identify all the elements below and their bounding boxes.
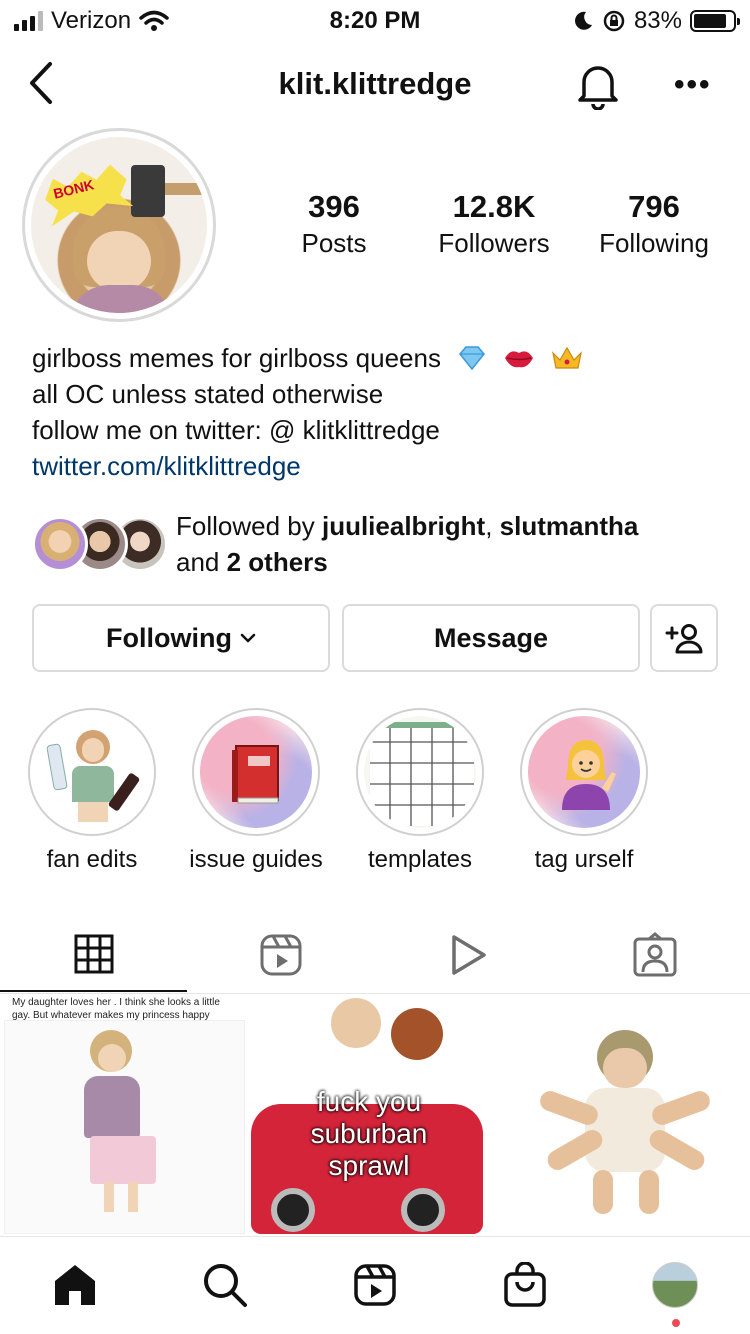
highlight-fan-edits-cover: [36, 716, 148, 828]
bell-icon[interactable]: [574, 60, 622, 110]
gem-icon: [459, 346, 486, 371]
follower-avatar-1: [32, 516, 88, 572]
following-button[interactable]: Following: [32, 604, 330, 672]
followed-by[interactable]: Followed by juulieal​bright, slutmantha …: [32, 508, 732, 580]
highlight-label: templates: [367, 846, 473, 873]
following-button-label: Following: [106, 622, 232, 653]
profile-tabs: [0, 918, 750, 994]
lips-icon: [505, 351, 534, 368]
highlight-templates[interactable]: templates: [356, 708, 484, 874]
bio-line-2: all OC unless stated otherwise: [32, 379, 384, 409]
battery-icon: [690, 10, 740, 32]
search-icon: [204, 1264, 247, 1307]
followers-label: Followers: [438, 228, 550, 258]
home-icon: [55, 1265, 95, 1305]
profile-avatar-ring[interactable]: BONK: [22, 128, 216, 322]
post-1[interactable]: My daughter loves her . I think she look…: [0, 994, 249, 1234]
followed-by-user-1[interactable]: juulieal​bright: [322, 511, 485, 541]
notification-dot: [672, 1319, 680, 1327]
more-options-icon[interactable]: •••: [674, 68, 714, 101]
message-button-label: Message: [433, 622, 549, 653]
stat-followers[interactable]: 12.8K Followers: [424, 188, 564, 260]
nav-home[interactable]: [45, 1257, 105, 1313]
chevron-down-icon: [240, 633, 256, 643]
highlight-tag-urself[interactable]: tag urself: [520, 708, 648, 874]
highlight-label: issue guides: [189, 846, 323, 873]
play-icon: [451, 935, 486, 975]
add-user-button[interactable]: [650, 604, 718, 672]
post-caption: My daughter loves her . I think she look…: [12, 997, 220, 1021]
followed-by-others[interactable]: 2 others: [227, 547, 328, 577]
reels-icon: [354, 1264, 396, 1306]
highlight-issue-guides-cover: [200, 716, 312, 828]
red-book-icon: [232, 745, 279, 804]
highlight-issue-guides[interactable]: issue guides: [189, 708, 323, 874]
message-button[interactable]: Message: [342, 604, 640, 672]
profile-header: klit.klittredge •••: [0, 50, 750, 120]
tab-videos[interactable]: [374, 918, 561, 992]
profile-username: klit.klittredge: [278, 66, 472, 101]
tab-tagged[interactable]: [561, 918, 748, 992]
bottom-navigation: [0, 1236, 750, 1334]
bio-line-1: girlboss memes for girlboss queens: [32, 340, 732, 376]
posts-count: 396: [308, 189, 360, 224]
bingo-grid-icon: [370, 722, 474, 826]
stat-posts[interactable]: 396 Posts: [284, 188, 384, 260]
profile-bio: girlboss memes for girlboss queens all O…: [32, 340, 732, 484]
status-right: 83%: [572, 7, 740, 35]
posts-label: Posts: [301, 228, 367, 258]
followed-by-text: Followed by juulieal​bright, slutmantha …: [176, 511, 639, 577]
following-count: 796: [628, 189, 680, 224]
bio-link[interactable]: twitter.com/klitklittredge: [32, 448, 732, 484]
followers-count: 12.8K: [452, 189, 536, 224]
tagged-icon: [633, 932, 676, 977]
crown-icon: [551, 346, 582, 369]
status-bar: Verizon 8:20 PM 83%: [0, 0, 750, 40]
tipping-hand-person-icon: [562, 740, 616, 810]
battery-percent: 83%: [633, 7, 682, 34]
following-label: Following: [599, 228, 709, 258]
followed-by-user-2[interactable]: slutmantha: [500, 511, 639, 541]
post-3[interactable]: [501, 994, 750, 1234]
post-2[interactable]: fuck you suburban sprawl: [251, 994, 499, 1234]
stat-following[interactable]: 796 Following: [590, 188, 718, 260]
highlight-label: tag urself: [534, 846, 634, 873]
highlight-fan-edits[interactable]: fan edits: [28, 708, 156, 874]
reels-icon: [260, 934, 301, 976]
highlight-tag-urself-cover: [528, 716, 640, 828]
nav-profile[interactable]: [645, 1257, 705, 1313]
avatar: BONK: [31, 137, 207, 313]
tab-grid[interactable]: [0, 918, 187, 992]
highlight-templates-cover: [364, 716, 476, 828]
post-caption: fuck you suburban sprawl: [310, 1086, 428, 1181]
tab-reels[interactable]: [187, 918, 374, 992]
shop-icon: [504, 1262, 546, 1307]
nav-reels[interactable]: [345, 1257, 405, 1313]
add-user-icon: [665, 624, 703, 654]
grid-icon: [74, 934, 113, 974]
nav-search[interactable]: [195, 1257, 255, 1313]
highlight-label: fan edits: [46, 846, 138, 873]
bio-line-3: follow me on twitter: @ klitklittredge: [32, 415, 440, 445]
moon-icon: [575, 11, 592, 30]
rotation-lock-icon: [603, 10, 625, 32]
profile-avatar-small: [652, 1262, 698, 1308]
nav-shop[interactable]: [495, 1257, 555, 1313]
